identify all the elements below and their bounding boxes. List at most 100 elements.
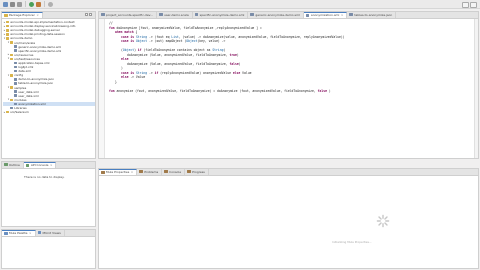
folder-icon [10, 73, 13, 77]
loading-text: Initializing Mule Properties... [332, 240, 372, 244]
main-toolbar [0, 0, 480, 9]
close-icon[interactable]: × [29, 231, 32, 235]
tab[interactable]: Console [162, 169, 186, 175]
tab-label: user-demo.scala [164, 12, 189, 17]
search-icon[interactable] [48, 1, 53, 7]
tab-label: Outline [9, 162, 20, 167]
debug-icon[interactable] [36, 1, 41, 7]
folder-icon [6, 110, 9, 114]
tab-icon [4, 163, 8, 167]
save-icon[interactable] [10, 1, 15, 7]
tab-icon [37, 231, 42, 235]
code-line: fun anonymize (fout, anonymizedValue, fi… [109, 88, 331, 93]
toolbar-divider [44, 1, 45, 7]
file-icon [14, 61, 17, 65]
tab[interactable]: anonymization.sml × [303, 12, 348, 18]
file-icon [10, 106, 13, 110]
tab[interactable]: Mule Properties × [99, 169, 138, 175]
project-tree: ▸ accounts-model-api-implementation-conte… [3, 20, 95, 158]
print-icon[interactable] [17, 1, 22, 7]
tab[interactable]: API Console × [23, 162, 57, 168]
editor-overview-ruler[interactable] [474, 19, 478, 158]
tab-label: MUnit Views [42, 230, 61, 235]
tab-icon [139, 170, 143, 174]
tab-icon [349, 13, 353, 17]
tab-label: API Console [30, 163, 49, 168]
tab-icon [250, 13, 254, 17]
tab-icon [25, 163, 30, 167]
tab[interactable]: user-demo.scala [157, 12, 193, 18]
tab-icon [159, 13, 163, 17]
file-icon [14, 45, 17, 48]
tab-label: Problems [144, 169, 159, 174]
maximize-icon[interactable] [89, 13, 92, 16]
tab-icon [4, 231, 8, 235]
mule-properties-panel: Mule Properties × Problems Console Progress … [98, 168, 479, 269]
view-controls [84, 13, 92, 16]
package-explorer-icon [4, 13, 8, 17]
tab[interactable]: generic-anonymize-demo.sml [248, 12, 304, 18]
tab[interactable]: specific-anonymize-demo.sml [193, 12, 249, 18]
folder-icon [10, 53, 13, 57]
tab-icon [101, 170, 105, 174]
tab-icon [164, 170, 168, 174]
new-icon[interactable] [3, 1, 8, 7]
loading-spinner-icon [376, 214, 390, 228]
tab-icon [194, 13, 199, 17]
folder-icon [6, 24, 9, 28]
tab[interactable]: project_accounts-specific-dev... [99, 12, 158, 18]
tab-package-explorer[interactable]: Package Explorer × [2, 12, 43, 18]
folder-icon [10, 57, 13, 61]
run-icon[interactable] [29, 1, 34, 7]
tab[interactable]: tables-to-anonymize.json [347, 12, 397, 18]
close-icon[interactable]: × [131, 170, 134, 174]
editor-panel: project_accounts-specific-dev... user-dem… [98, 11, 479, 159]
tab-label: Progress [192, 169, 205, 174]
tab-label: Mule Palette [9, 231, 28, 236]
mule-palette-panel: Mule Palette × MUnit Views [1, 229, 96, 269]
tab[interactable]: MUnit Views [36, 230, 65, 236]
tree-item[interactable]: ▸ src/Selenium [3, 110, 95, 114]
tab-label: tables-to-anonymize.json [354, 12, 393, 17]
close-icon[interactable]: × [36, 13, 39, 17]
mule-perspective-icon[interactable] [470, 1, 477, 8]
open-perspective-icon[interactable] [461, 1, 469, 8]
tab[interactable]: Mule Palette × [2, 230, 36, 236]
package-explorer-tabbar: Package Explorer × [2, 12, 95, 19]
toolbar-divider [25, 1, 26, 7]
tab-label: anonymization.sml [310, 13, 340, 18]
properties-tabbar: Mule Properties × Problems Console Progress [99, 169, 478, 176]
minimize-icon[interactable] [84, 13, 88, 16]
tab-label: specific-anonymize-demo.sml [199, 12, 245, 17]
folder-icon [10, 41, 13, 44]
file-icon [14, 69, 17, 73]
close-icon[interactable]: × [341, 13, 344, 17]
perspective-switcher [461, 1, 477, 8]
file-icon [14, 78, 17, 81]
no-data-message: There is no data to display. [24, 175, 65, 179]
code-area[interactable]: //fun doAnonymize [fout, anonymizedValue… [109, 21, 474, 158]
outline-panel: Outline API Console × There is no data to … [1, 161, 96, 227]
tab-label: Console [169, 169, 182, 174]
tab[interactable]: Problems [137, 169, 163, 175]
folder-icon [10, 98, 13, 102]
editor-tabbar: project_accounts-specific-dev... user-dem… [99, 12, 478, 19]
package-explorer-panel: Package Explorer × ▸ accounts-model-api-i… [1, 11, 96, 159]
outline-tabbar: Outline API Console × [2, 162, 95, 169]
folder-icon [6, 33, 9, 36]
close-icon[interactable]: × [50, 163, 53, 167]
folder-icon [6, 37, 9, 40]
palette-tabbar: Mule Palette × MUnit Views [2, 230, 95, 237]
tab-label: generic-anonymize-demo.sml [255, 12, 300, 17]
tab-label: Package Explorer [9, 13, 35, 18]
tab[interactable]: Progress [185, 169, 209, 175]
file-icon [14, 65, 17, 69]
folder-icon [10, 86, 13, 89]
tab-label: Mule Properties [106, 170, 130, 175]
tree-item-label: src/Selenium [10, 110, 29, 115]
tab-icon [305, 13, 310, 17]
file-icon [14, 49, 17, 52]
tab[interactable]: Outline [2, 162, 24, 168]
file-icon [14, 82, 17, 85]
folder-icon [6, 20, 9, 24]
